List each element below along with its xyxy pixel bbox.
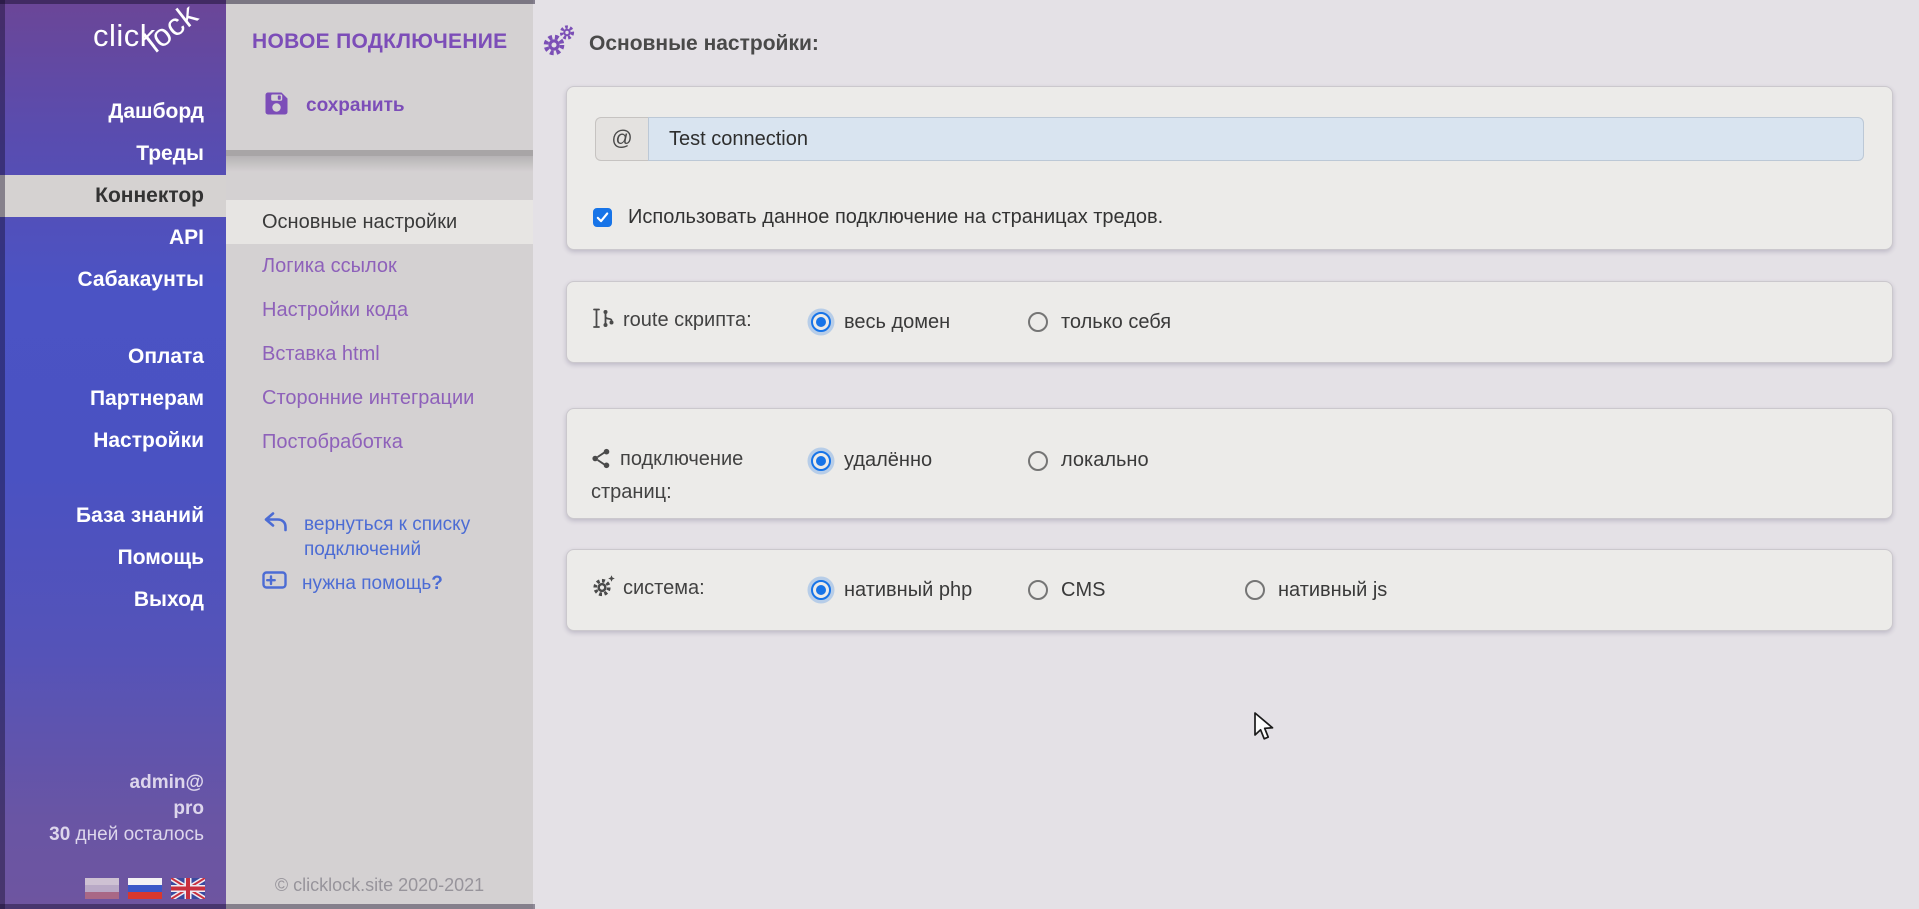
video-edge-artifact <box>0 0 535 4</box>
video-edge-artifact <box>0 0 5 909</box>
radio-label: удалённо <box>844 449 932 472</box>
save-button-label: сохранить <box>306 95 405 117</box>
radio-icon[interactable] <box>1028 451 1048 471</box>
radio-option-whole-domain[interactable]: весь домен <box>811 311 1028 334</box>
sidebar-item-settings[interactable]: Настройки <box>0 420 226 462</box>
page-title: Основные настройки: <box>589 32 819 56</box>
system-card: система: нативный php CMS нативный js <box>566 549 1893 631</box>
account-plan: pro <box>49 796 204 822</box>
need-help-link[interactable]: нужна помощь? <box>262 571 443 597</box>
radio-option-native-js[interactable]: нативный js <box>1245 579 1387 602</box>
save-icon <box>263 90 290 122</box>
copyright-footer: © clicklock.site 2020-2021 <box>226 875 533 896</box>
account-email: admin@ <box>49 770 204 796</box>
row-label-text: система: <box>623 577 705 599</box>
help-link-text: нужна помощь <box>302 573 431 594</box>
sidebar-item-payment[interactable]: Оплата <box>0 336 226 378</box>
checkbox-label: Использовать данное подключение на стран… <box>628 206 1163 229</box>
sidebar-item-api[interactable]: API <box>0 217 226 259</box>
radio-option-remote[interactable]: удалённо <box>811 449 1028 472</box>
account-days-left: 30 дней осталось <box>49 822 204 848</box>
radio-icon[interactable] <box>1028 312 1048 332</box>
radio-group-route: весь домен только себя <box>811 311 1171 334</box>
back-link-label: вернуться к списку подключений <box>304 512 484 562</box>
menu-item-general-settings[interactable]: Основные настройки <box>226 200 533 244</box>
help-link-question-mark: ? <box>431 573 443 594</box>
radio-option-local[interactable]: локально <box>1028 449 1149 472</box>
flag-uk-icon[interactable] <box>171 878 205 899</box>
gear-icon <box>591 574 615 607</box>
account-days-number: 30 <box>49 824 70 845</box>
account-days-text: дней осталось <box>70 824 204 845</box>
connection-name-input[interactable] <box>648 117 1864 161</box>
sidebar-item-subaccounts[interactable]: Сабакаунты <box>0 259 226 301</box>
radio-option-cms[interactable]: CMS <box>1028 579 1245 602</box>
menu-item-html-insert[interactable]: Вставка html <box>226 332 533 376</box>
gears-icon <box>540 24 576 63</box>
save-button[interactable]: сохранить <box>263 90 405 122</box>
radio-label: нативный php <box>844 579 972 602</box>
sidebar-item-knowledge-base[interactable]: База знаний <box>0 495 226 537</box>
back-to-connections-link[interactable]: вернуться к списку подключений <box>262 512 484 562</box>
menu-item-link-logic[interactable]: Логика ссылок <box>226 244 533 288</box>
radio-label: весь домен <box>844 311 950 334</box>
undo-arrow-icon <box>262 512 289 562</box>
menu-item-postprocessing[interactable]: Постобработка <box>226 420 533 464</box>
at-sign-addon: @ <box>595 117 648 161</box>
account-info: admin@ pro 30 дней осталось <box>49 770 204 848</box>
row-label: route скрипта: <box>591 306 811 339</box>
connection-name-group: @ <box>595 117 1864 161</box>
sidebar-item-connector[interactable]: Коннектор <box>0 175 226 217</box>
radio-option-native-php[interactable]: нативный php <box>811 579 1028 602</box>
sidebar-item-logout[interactable]: Выход <box>0 579 226 621</box>
brand-logo: click lock <box>93 18 156 54</box>
radio-label: CMS <box>1061 579 1105 602</box>
connector-panel: НОВОЕ ПОДКЛЮЧЕНИЕ сохранить Основные нас… <box>226 0 533 909</box>
radio-group-system: нативный php CMS нативный js <box>811 579 1387 602</box>
pages-connection-card: подключение страниц: удалённо локально <box>566 408 1893 519</box>
sidebar: click lock Дашборд Треды Коннектор API С… <box>0 0 226 909</box>
checkbox-icon[interactable] <box>593 208 612 227</box>
panel-divider <box>226 150 533 156</box>
radio-label: нативный js <box>1278 579 1387 602</box>
language-switcher <box>85 878 205 899</box>
radio-label: локально <box>1061 449 1149 472</box>
sidebar-item-threads[interactable]: Треды <box>0 133 226 175</box>
radio-option-only-self[interactable]: только себя <box>1028 311 1171 334</box>
flag-ru-icon[interactable] <box>128 878 162 899</box>
sidebar-item-partners[interactable]: Партнерам <box>0 378 226 420</box>
video-edge-artifact <box>0 904 535 909</box>
connection-settings-menu: Основные настройки Логика ссылок Настрой… <box>226 200 533 464</box>
connection-name-card: @ Использовать данное подключение на стр… <box>566 86 1893 250</box>
radio-icon[interactable] <box>811 451 831 471</box>
share-icon <box>591 448 612 478</box>
radio-icon[interactable] <box>811 312 831 332</box>
flag-ru-inactive-icon[interactable] <box>85 878 119 899</box>
panel-title: НОВОЕ ПОДКЛЮЧЕНИЕ <box>226 0 533 54</box>
radio-icon[interactable] <box>811 580 831 600</box>
radio-group-pages: удалённо локально <box>811 449 1149 472</box>
route-icon <box>591 307 615 339</box>
help-box-plus-icon <box>262 571 287 597</box>
help-link-label: нужна помощь? <box>302 573 443 595</box>
sidebar-nav: Дашборд Треды Коннектор API Сабакаунты О… <box>0 91 226 621</box>
row-label-text: route скрипта: <box>623 309 752 331</box>
menu-item-integrations[interactable]: Сторонние интеграции <box>226 376 533 420</box>
sidebar-item-dashboard[interactable]: Дашборд <box>0 91 226 133</box>
sidebar-item-help[interactable]: Помощь <box>0 537 226 579</box>
row-label-text: подключение страниц: <box>591 448 743 503</box>
use-on-threads-row[interactable]: Использовать данное подключение на стран… <box>593 206 1892 229</box>
radio-icon[interactable] <box>1028 580 1048 600</box>
radio-label: только себя <box>1061 311 1171 334</box>
row-label: система: <box>591 574 811 607</box>
main-content: Основные настройки: @ Использовать данно… <box>533 0 1919 909</box>
script-route-card: route скрипта: весь домен только себя <box>566 281 1893 363</box>
row-label: подключение страниц: <box>591 445 811 507</box>
main-header: Основные настройки: <box>540 24 819 63</box>
menu-item-code-settings[interactable]: Настройки кода <box>226 288 533 332</box>
radio-icon[interactable] <box>1245 580 1265 600</box>
